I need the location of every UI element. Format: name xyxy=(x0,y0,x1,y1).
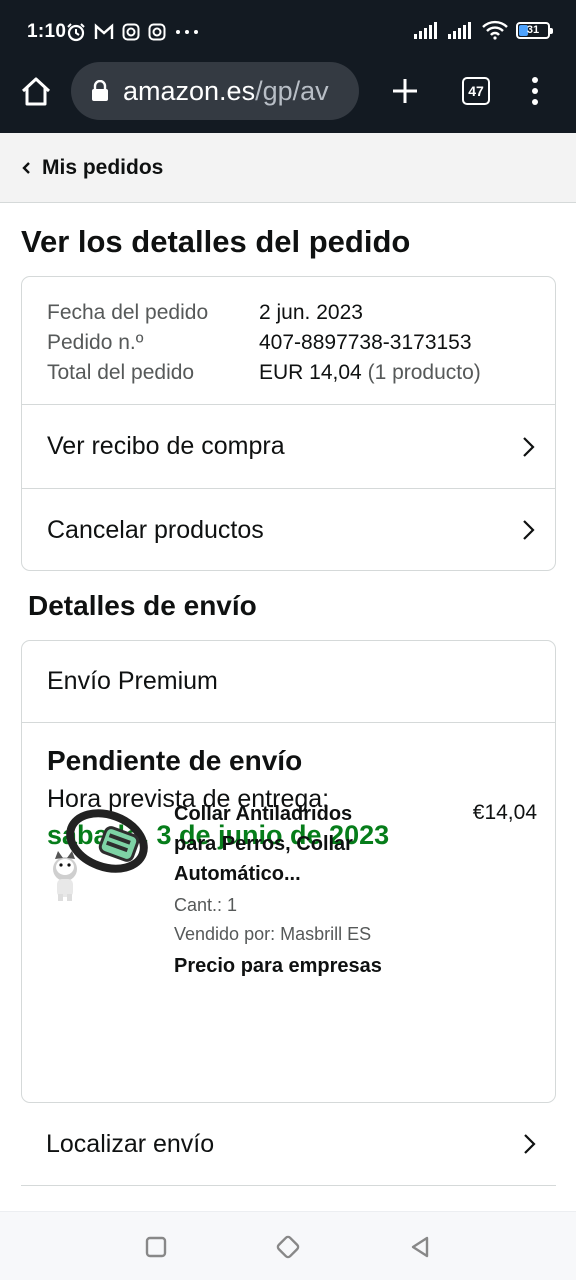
chevron-right-icon xyxy=(523,436,535,457)
track-package-link[interactable]: Localizar envío xyxy=(21,1103,556,1186)
product-title-line: Collar Antiladridos xyxy=(174,803,353,825)
wifi-icon xyxy=(482,20,508,40)
chevron-right-icon xyxy=(524,1134,536,1154)
order-number-value: 407-8897738-3173153 xyxy=(259,331,472,354)
order-summary-card: Fecha del pedido 2 jun. 2023 Pedido n.º … xyxy=(21,276,556,571)
status-bar: 1:10 31 xyxy=(0,0,576,62)
instagram-icon xyxy=(122,23,140,41)
url-text: amazon.es/gp/av xyxy=(123,76,329,107)
battery-icon: 31 xyxy=(516,21,553,39)
signal-icon xyxy=(448,22,471,39)
new-tab-icon[interactable] xyxy=(390,76,420,106)
page-title: Ver los detalles del pedido xyxy=(21,224,411,259)
status-time: 1:10 xyxy=(27,21,67,42)
product-image[interactable] xyxy=(47,799,152,904)
breadcrumb[interactable]: Mis pedidos xyxy=(0,133,576,203)
tab-count: 47 xyxy=(468,83,484,99)
order-date-value: 2 jun. 2023 xyxy=(259,301,363,324)
instagram-icon xyxy=(148,23,166,41)
battery-level: 31 xyxy=(526,24,540,36)
system-nav-bar xyxy=(0,1211,576,1280)
gmail-icon xyxy=(94,23,114,39)
view-receipt-link[interactable]: Ver recibo de compra xyxy=(22,405,555,488)
business-price-label: Precio para empresas xyxy=(174,955,382,977)
product-info: Collar Antiladridos para Perros, Collar … xyxy=(174,799,424,978)
alarm-icon xyxy=(67,23,85,42)
product-quantity: Cant.: 1 xyxy=(174,895,238,915)
url-path: /gp/av xyxy=(255,76,329,106)
product-title[interactable]: Collar Antiladridos para Perros, Collar … xyxy=(174,799,424,889)
product-seller: Vendido por: Masbrill ES xyxy=(174,924,372,944)
product-price: €14,04 xyxy=(472,801,537,824)
order-number-row: Pedido n.º 407-8897738-3173153 xyxy=(47,328,530,358)
back-nav-icon[interactable] xyxy=(407,1234,433,1260)
signal-icon xyxy=(414,22,437,39)
product-title-line: para Perros, Collar xyxy=(174,833,353,855)
cancel-products-link[interactable]: Cancelar productos xyxy=(22,488,555,570)
tab-switcher-button[interactable]: 47 xyxy=(462,77,490,105)
product-title-line: Automático... xyxy=(174,863,301,885)
shipment-card: Envío Premium Pendiente de envío Hora pr… xyxy=(21,640,556,1103)
order-date-label: Fecha del pedido xyxy=(47,301,209,324)
shipping-method: Envío Premium xyxy=(22,641,555,723)
shipment-status: Pendiente de envío xyxy=(47,745,303,776)
chevron-right-icon xyxy=(523,520,535,540)
product-item[interactable]: Collar Antiladridos para Perros, Collar … xyxy=(47,799,537,989)
order-date-row: Fecha del pedido 2 jun. 2023 xyxy=(47,298,530,328)
home-icon[interactable] xyxy=(18,74,54,110)
shipping-section-title: Detalles de envío xyxy=(28,590,257,621)
track-package-label: Localizar envío xyxy=(46,1129,215,1158)
url-host: amazon.es xyxy=(123,76,256,106)
cancel-products-label: Cancelar productos xyxy=(47,515,264,544)
home-nav-icon[interactable] xyxy=(275,1234,301,1260)
order-total-label: Total del pedido xyxy=(47,361,195,384)
status-left-icons xyxy=(66,22,200,42)
browser-toolbar: amazon.es/gp/av 47 xyxy=(0,62,576,133)
order-total-value: EUR 14,04 (1 producto) xyxy=(259,358,481,388)
order-number-label: Pedido n.º xyxy=(47,331,144,354)
order-total-row: Total del pedido EUR 14,04 (1 producto) xyxy=(47,358,530,388)
order-total-count: (1 producto) xyxy=(367,361,481,384)
recents-icon[interactable] xyxy=(143,1234,169,1260)
view-receipt-label: Ver recibo de compra xyxy=(47,432,285,460)
status-right-icons: 31 xyxy=(414,20,553,40)
overflow-menu-icon[interactable] xyxy=(526,76,544,106)
lock-icon xyxy=(92,80,108,101)
order-total-amount: EUR 14,04 xyxy=(259,361,362,384)
chevron-left-icon xyxy=(22,161,30,174)
order-summary: Fecha del pedido 2 jun. 2023 Pedido n.º … xyxy=(22,277,555,405)
breadcrumb-label[interactable]: Mis pedidos xyxy=(42,156,163,180)
more-dots-icon xyxy=(176,30,198,34)
url-bar[interactable]: amazon.es/gp/av xyxy=(71,62,359,120)
